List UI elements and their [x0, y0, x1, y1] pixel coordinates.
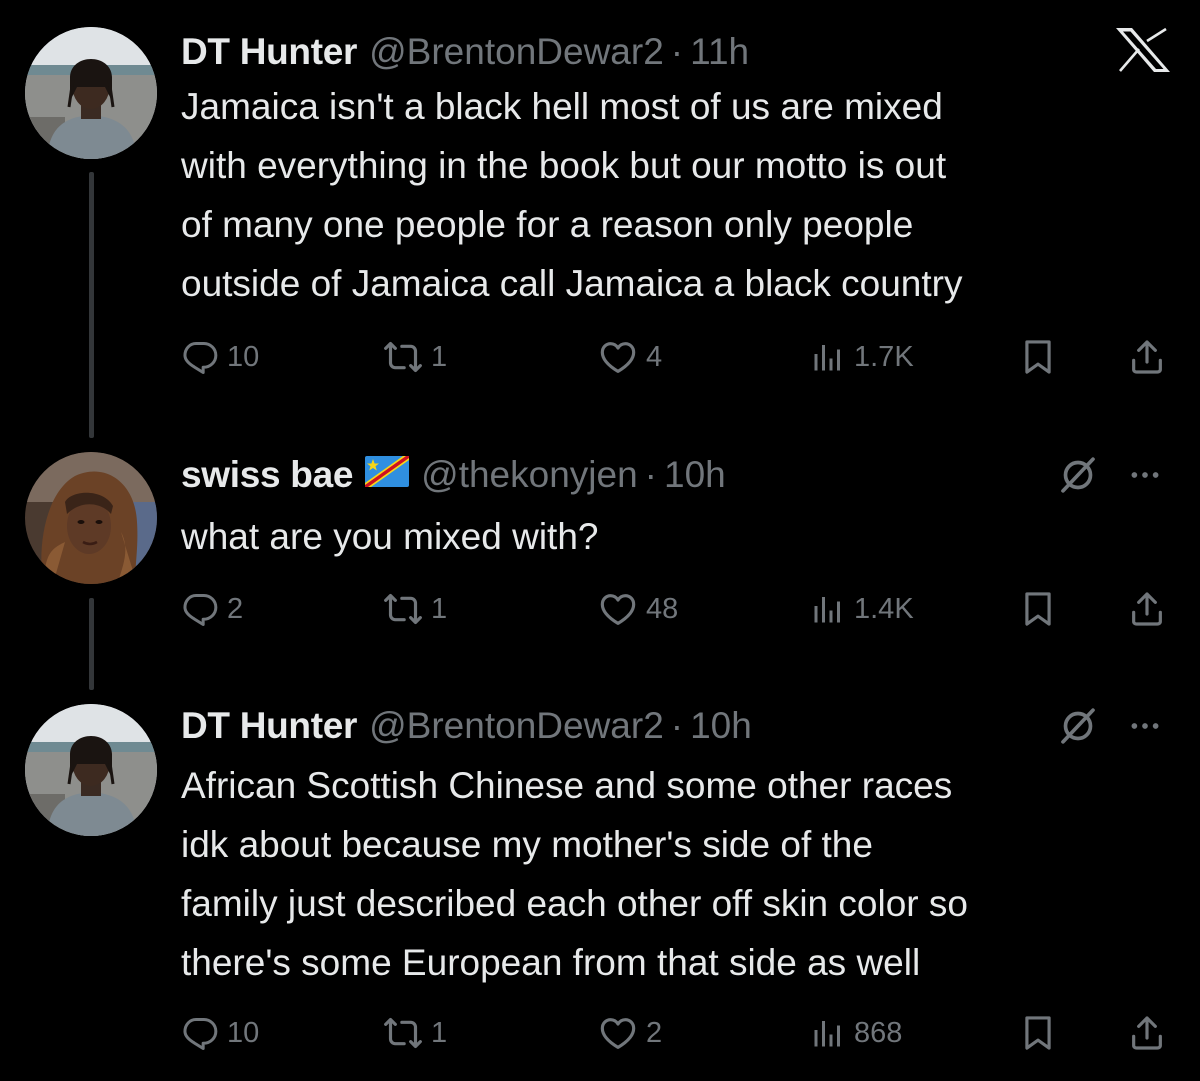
separator-dot: · — [670, 705, 684, 746]
avatar[interactable] — [25, 27, 157, 159]
repost-count: 1 — [431, 340, 448, 373]
tweet-actions: 10 1 2 868 — [181, 1008, 1171, 1058]
user-handle[interactable]: @thekonyjen — [421, 454, 638, 496]
share-icon — [1127, 337, 1167, 377]
tweet-header: swiss bae @thekonyjen · 10h — [181, 445, 726, 505]
views-button[interactable]: 868 — [810, 1008, 902, 1058]
like-count: 48 — [646, 592, 679, 625]
repost-icon — [383, 1013, 423, 1053]
like-icon — [598, 589, 638, 629]
avatar[interactable] — [25, 452, 157, 584]
grok-icon[interactable] — [1058, 455, 1098, 495]
tweet-top-right-actions — [1058, 706, 1162, 746]
bookmark-button[interactable] — [1019, 1008, 1057, 1058]
tweet-text: what are you mixed with? — [181, 516, 599, 557]
like-icon — [598, 1013, 638, 1053]
views-count: 1.4K — [854, 592, 914, 625]
share-button[interactable] — [1127, 332, 1167, 382]
like-button[interactable]: 4 — [598, 332, 662, 382]
display-name[interactable]: DT Hunter — [181, 705, 357, 747]
views-button[interactable]: 1.4K — [810, 584, 914, 634]
bookmark-icon — [1019, 338, 1057, 376]
reply-count: 2 — [227, 592, 244, 625]
reply-button[interactable]: 10 — [181, 332, 259, 382]
repost-button[interactable]: 1 — [383, 584, 447, 634]
views-icon — [810, 339, 846, 375]
avatar[interactable] — [25, 704, 157, 836]
tweet-actions: 2 1 48 1.4K — [181, 584, 1171, 634]
reply-icon — [181, 338, 219, 376]
x-logo-icon[interactable] — [1115, 27, 1171, 73]
share-icon — [1127, 589, 1167, 629]
more-icon[interactable] — [1128, 458, 1162, 492]
display-name[interactable]: DT Hunter — [181, 31, 357, 73]
reply-icon — [181, 590, 219, 628]
tweet-header: DT Hunter @BrentonDewar2 · 11h — [181, 22, 749, 82]
share-button[interactable] — [1127, 584, 1167, 634]
timestamp[interactable]: 10h — [664, 454, 726, 496]
reply-button[interactable]: 2 — [181, 584, 243, 634]
repost-icon — [383, 589, 423, 629]
timestamp[interactable]: 11h — [690, 31, 749, 73]
like-count: 2 — [646, 1016, 663, 1049]
bookmark-button[interactable] — [1019, 584, 1057, 634]
views-icon — [810, 1015, 846, 1051]
tweet-actions: 10 1 4 1.7K — [181, 332, 1171, 382]
timestamp[interactable]: 10h — [690, 705, 752, 747]
thread-connector-line — [89, 598, 94, 690]
reply-button[interactable]: 10 — [181, 1008, 259, 1058]
share-icon — [1127, 1013, 1167, 1053]
tweet-text: Jamaica isn't a black hell most of us ar… — [181, 86, 963, 304]
views-count: 1.7K — [854, 340, 914, 373]
reply-count: 10 — [227, 1016, 260, 1049]
views-count: 868 — [854, 1016, 903, 1049]
repost-icon — [383, 337, 423, 377]
reply-icon — [181, 1014, 219, 1052]
like-button[interactable]: 48 — [598, 584, 678, 634]
user-handle[interactable]: @BrentonDewar2 — [369, 31, 664, 73]
separator-dot: · — [644, 454, 657, 495]
tweet-text: African Scottish Chinese and some other … — [181, 765, 968, 983]
share-button[interactable] — [1127, 1008, 1167, 1058]
dr-congo-flag-icon — [365, 454, 410, 496]
like-icon — [598, 337, 638, 377]
repost-button[interactable]: 1 — [383, 332, 447, 382]
more-icon[interactable] — [1128, 709, 1162, 743]
thread-connector-line — [89, 172, 94, 438]
tweet-top-right-actions — [1058, 455, 1162, 495]
display-name[interactable]: swiss bae — [181, 454, 353, 496]
repost-button[interactable]: 1 — [383, 1008, 447, 1058]
bookmark-icon — [1019, 590, 1057, 628]
views-icon — [810, 591, 846, 627]
tweet-header: DT Hunter @BrentonDewar2 · 10h — [181, 696, 752, 756]
reply-count: 10 — [227, 340, 260, 373]
bookmark-icon — [1019, 1014, 1057, 1052]
separator-dot: · — [670, 31, 684, 72]
grok-icon[interactable] — [1058, 706, 1098, 746]
user-handle[interactable]: @BrentonDewar2 — [369, 705, 664, 747]
like-count: 4 — [646, 340, 663, 373]
repost-count: 1 — [431, 1016, 448, 1049]
bookmark-button[interactable] — [1019, 332, 1057, 382]
like-button[interactable]: 2 — [598, 1008, 662, 1058]
repost-count: 1 — [431, 592, 448, 625]
views-button[interactable]: 1.7K — [810, 332, 914, 382]
